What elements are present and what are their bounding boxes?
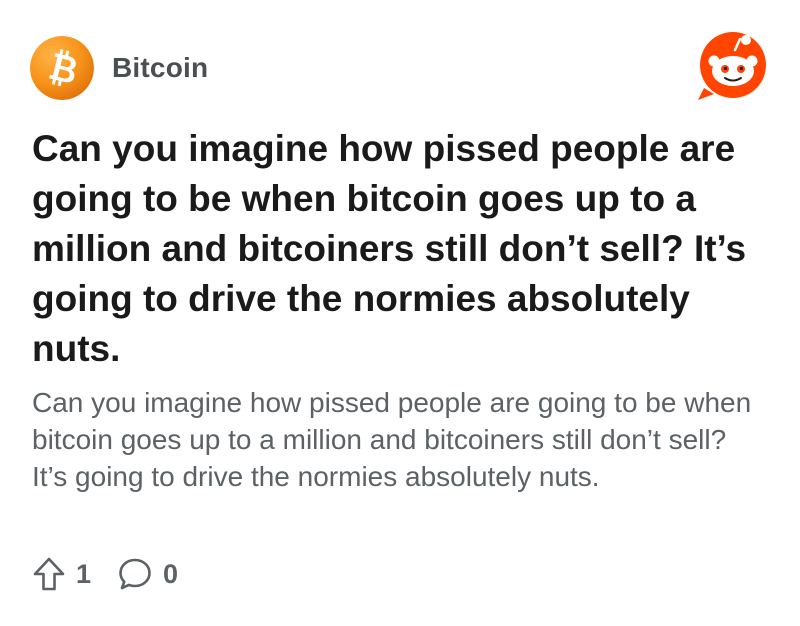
bitcoin-logo-icon[interactable] — [30, 36, 94, 100]
upvote-button[interactable]: 1 — [32, 556, 91, 592]
post-card: Bitcoin Can you imagine how pissed peopl… — [0, 0, 800, 626]
subreddit-name[interactable]: Bitcoin — [112, 52, 208, 84]
comment-button[interactable]: 0 — [117, 556, 178, 592]
reddit-logo-icon — [698, 32, 766, 100]
upvote-arrow-icon — [33, 557, 65, 591]
comment-count: 0 — [163, 558, 179, 589]
post-title[interactable]: Can you imagine how pissed people are go… — [32, 124, 772, 374]
upvote-count: 1 — [76, 558, 92, 589]
post-actions: 1 0 — [32, 554, 204, 594]
post-header: Bitcoin — [30, 36, 208, 100]
post-body: Can you imagine how pissed people are go… — [32, 387, 752, 492]
comment-bubble-icon — [119, 558, 151, 590]
